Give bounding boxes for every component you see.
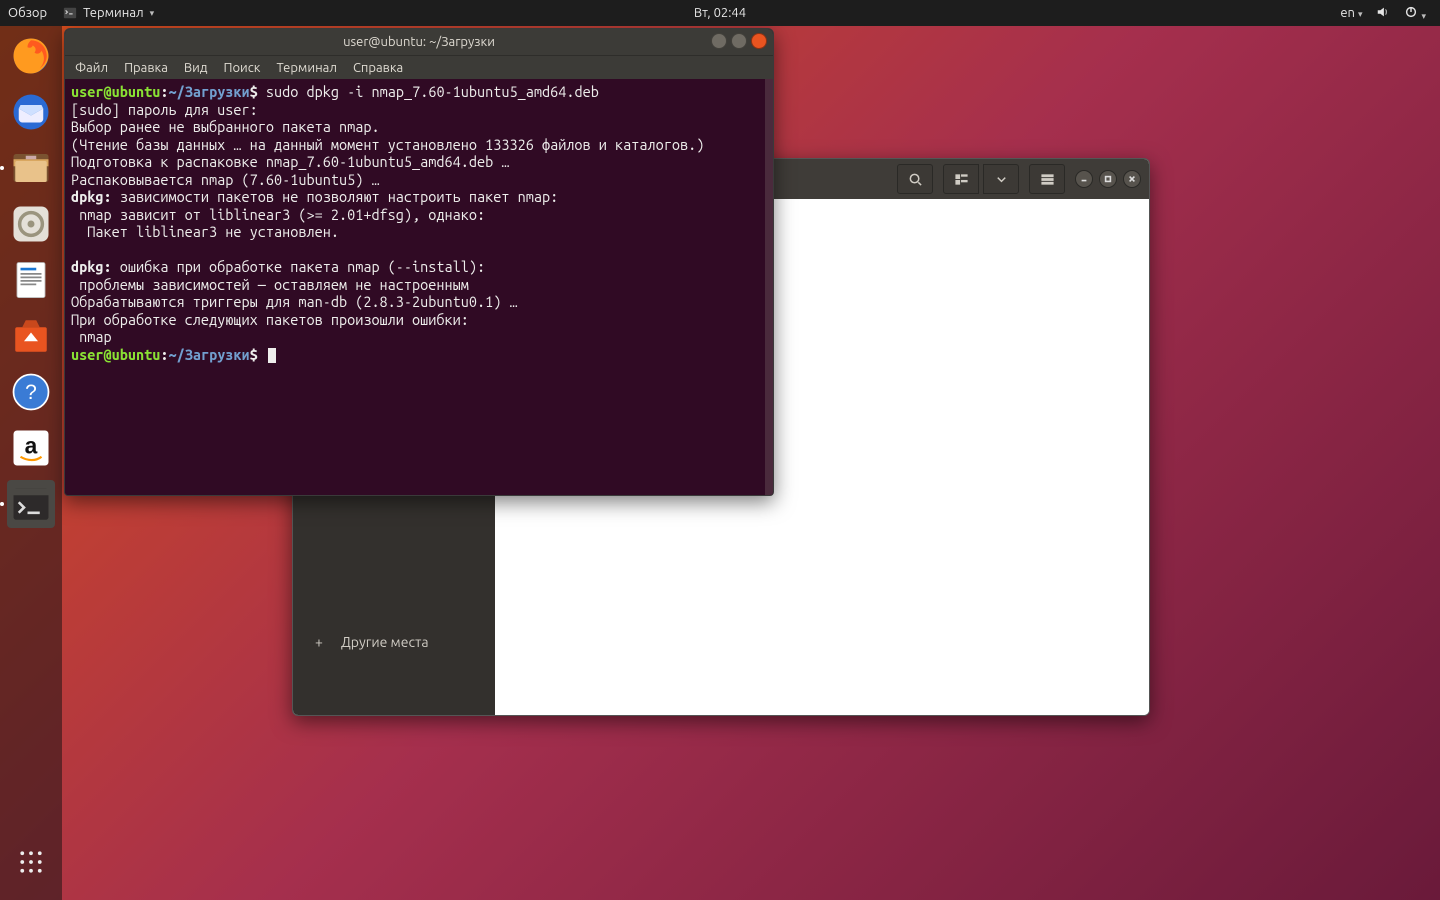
prompt-user: user	[71, 83, 103, 100]
dock-rhythmbox[interactable]	[7, 200, 55, 248]
files-maximize-button[interactable]	[1099, 170, 1117, 188]
apps-grid-icon	[16, 847, 46, 877]
dock-firefox[interactable]	[7, 32, 55, 80]
plus-icon: +	[311, 634, 327, 650]
menu-search[interactable]: Поиск	[223, 61, 260, 75]
dock-terminal[interactable]	[7, 480, 55, 528]
chevron-down-icon: ▾	[150, 8, 155, 19]
close-icon	[1128, 175, 1136, 183]
terminal-menubar: Файл Правка Вид Поиск Терминал Справка	[65, 55, 773, 79]
writer-icon	[10, 259, 52, 301]
software-icon	[10, 315, 52, 357]
terminal-cursor	[268, 348, 276, 363]
thunderbird-icon	[10, 91, 52, 133]
terminal-minimize-button[interactable]	[711, 33, 727, 49]
terminal-output-line: nmap	[71, 328, 112, 345]
firefox-icon	[10, 35, 52, 77]
terminal-maximize-button[interactable]	[731, 33, 747, 49]
terminal-icon	[63, 6, 77, 20]
terminal-output-line: Обрабатываются триггеры для man-db (2.8.…	[71, 293, 518, 310]
files-view-dropdown-button[interactable]	[983, 164, 1019, 194]
files-close-button[interactable]	[1123, 170, 1141, 188]
menu-help[interactable]: Справка	[353, 61, 403, 75]
sidebar-other-locations-label: Другие места	[341, 634, 429, 650]
terminal-output-line: nmap зависит от liblinear3 (>= 2.01+dfsg…	[71, 206, 485, 223]
menu-file[interactable]: Файл	[75, 61, 108, 75]
prompt-host: ubuntu	[112, 83, 161, 100]
view-list-icon	[954, 172, 969, 187]
terminal-output-line: Выбор ранее не выбранного пакета nmap.	[71, 118, 380, 135]
power-icon[interactable]: ▾	[1404, 5, 1426, 22]
clock[interactable]: Вт, 02:44	[694, 6, 746, 20]
terminal-output-line: проблемы зависимостей — оставляем не нас…	[71, 276, 469, 293]
chevron-down-icon	[994, 172, 1009, 187]
terminal-output-line: Подготовка к распаковке nmap_7.60-1ubunt…	[71, 153, 509, 170]
svg-text:a: a	[25, 432, 38, 458]
terminal-output-line: зависимости пакетов не позволяют настрои…	[112, 188, 559, 205]
prompt-path: ~/Загрузки	[168, 83, 249, 100]
terminal-output-line: Пакет liblinear3 не установлен.	[71, 223, 339, 240]
terminal-titlebar[interactable]: user@ubuntu: ~/Загрузки	[65, 29, 773, 55]
volume-icon[interactable]	[1376, 5, 1390, 22]
terminal-output-line: (Чтение базы данных … на данный момент у…	[71, 136, 704, 153]
menu-terminal[interactable]: Терминал	[276, 61, 336, 75]
dock-thunderbird[interactable]	[7, 88, 55, 136]
prompt-host: ubuntu	[112, 346, 161, 363]
top-app-menu[interactable]: Терминал ▾	[53, 6, 154, 20]
terminal-command-1: sudo dpkg -i nmap_7.60-1ubuntu5_amd64.de…	[266, 83, 599, 100]
files-search-button[interactable]	[897, 164, 933, 194]
files-hamburger-button[interactable]	[1029, 164, 1065, 194]
dock-software[interactable]	[7, 312, 55, 360]
files-minimize-button[interactable]	[1075, 170, 1093, 188]
search-icon	[908, 172, 923, 187]
terminal-output-line: [sudo] пароль для user:	[71, 101, 258, 118]
rhythmbox-icon	[10, 203, 52, 245]
maximize-icon	[1104, 175, 1112, 183]
help-icon: ?	[10, 371, 52, 413]
terminal-output-line: ошибка при обработке пакета nmap (--inst…	[112, 258, 486, 275]
menu-edit[interactable]: Правка	[124, 61, 168, 75]
terminal-scrollbar[interactable]	[765, 79, 773, 495]
dock-help[interactable]: ?	[7, 368, 55, 416]
dock-amazon[interactable]: a	[7, 424, 55, 472]
svg-text:?: ?	[25, 381, 37, 404]
terminal-output-dpkg: dpkg:	[71, 258, 112, 275]
prompt-path: ~/Загрузки	[168, 346, 249, 363]
terminal-body[interactable]: user@ubuntu:~/Загрузки$ sudo dpkg -i nma…	[65, 79, 773, 495]
show-applications-button[interactable]	[7, 838, 55, 886]
terminal-output-dpkg: dpkg:	[71, 188, 112, 205]
activities-button[interactable]: Обзор	[8, 6, 47, 20]
top-app-name: Терминал	[83, 6, 143, 20]
terminal-output-line: При обработке следующих пакетов произошл…	[71, 311, 469, 328]
dock-files[interactable]	[7, 144, 55, 192]
files-view-list-button[interactable]	[943, 164, 979, 194]
terminal-close-button[interactable]	[751, 33, 767, 49]
hamburger-icon	[1040, 172, 1055, 187]
minimize-icon	[1080, 175, 1088, 183]
sidebar-other-locations[interactable]: + Другие места	[293, 625, 495, 659]
amazon-icon: a	[10, 427, 52, 469]
top-panel: Обзор Терминал ▾ Вт, 02:44 en ▾ ▾	[0, 0, 1440, 26]
dock: ? a	[0, 26, 62, 900]
menu-view[interactable]: Вид	[184, 61, 208, 75]
prompt-user: user	[71, 346, 103, 363]
dock-writer[interactable]	[7, 256, 55, 304]
terminal-output-line: Распаковывается nmap (7.60-1ubuntu5) …	[71, 171, 380, 188]
terminal-title: user@ubuntu: ~/Загрузки	[343, 35, 495, 49]
terminal-icon	[10, 483, 52, 525]
keyboard-layout-indicator[interactable]: en ▾	[1340, 6, 1362, 20]
terminal-window[interactable]: user@ubuntu: ~/Загрузки Файл Правка Вид …	[64, 28, 774, 496]
files-icon	[10, 147, 52, 189]
